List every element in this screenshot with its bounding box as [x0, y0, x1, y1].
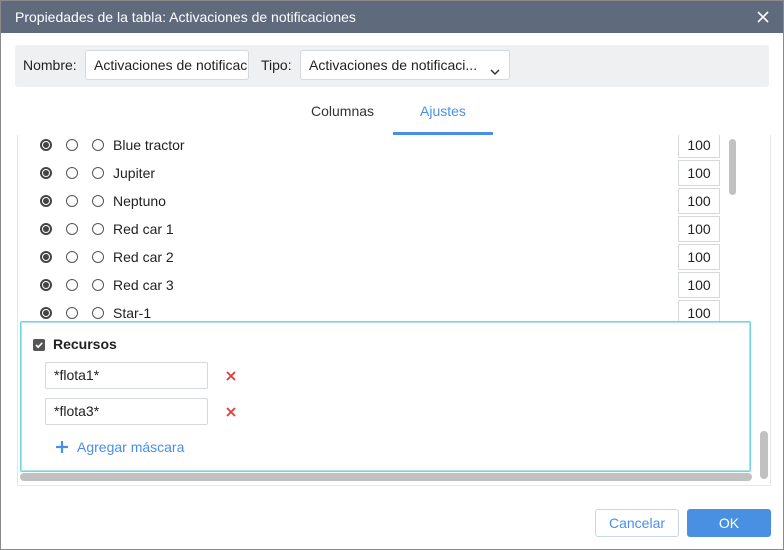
unit-value-input[interactable]: 100 — [678, 135, 720, 158]
list-item: Jupiter 100 — [18, 160, 730, 189]
list-item: Red car 3 100 — [18, 272, 730, 301]
table-properties-dialog: Propiedades de la tabla: Activaciones de… — [0, 0, 784, 550]
unit-list: Blue tractor 100 Jupiter 100 Neptuno 100 — [18, 135, 730, 321]
name-label: Nombre: — [23, 57, 77, 73]
radio-option-3[interactable] — [92, 139, 104, 151]
radio-option-2[interactable] — [66, 279, 78, 291]
name-input[interactable]: Activaciones de notificaciones — [85, 50, 249, 80]
radio-option-2[interactable] — [66, 167, 78, 179]
unit-value-input[interactable]: 100 — [678, 160, 720, 186]
radio-option-3[interactable] — [92, 279, 104, 291]
radio-option-2[interactable] — [66, 195, 78, 207]
inner-vertical-scrollbar[interactable] — [729, 139, 736, 195]
radio-option-3[interactable] — [92, 195, 104, 207]
unit-name: Neptuno — [113, 193, 166, 209]
unit-value-input[interactable]: 100 — [678, 300, 720, 321]
list-item: Neptuno 100 — [18, 188, 730, 217]
resources-checkbox[interactable] — [33, 339, 45, 351]
radio-option-2[interactable] — [66, 139, 78, 151]
mask-input-1[interactable]: *flota1* — [45, 362, 208, 389]
radio-option-1[interactable] — [40, 167, 52, 179]
ok-button[interactable]: OK — [687, 509, 771, 537]
type-select-value: Activaciones de notificaci... — [309, 57, 478, 73]
close-icon[interactable] — [751, 5, 775, 29]
radio-option-1[interactable] — [40, 139, 52, 151]
unit-value-input[interactable]: 100 — [678, 188, 720, 214]
unit-value-input[interactable]: 100 — [678, 272, 720, 298]
unit-name: Red car 2 — [113, 249, 174, 265]
radio-option-2[interactable] — [66, 251, 78, 263]
radio-option-1[interactable] — [40, 223, 52, 235]
delete-mask-icon[interactable] — [224, 369, 238, 383]
mask-input-2[interactable]: *flota3* — [45, 398, 208, 425]
radio-option-2[interactable] — [66, 223, 78, 235]
dialog-title: Propiedades de la tabla: Activaciones de… — [15, 9, 356, 25]
list-item: Red car 2 100 — [18, 244, 730, 273]
type-select[interactable]: Activaciones de notificaci... — [300, 50, 510, 80]
resources-section: Recursos *flota1* *flota3* Agregar másca… — [20, 321, 751, 472]
dialog-titlebar: Propiedades de la tabla: Activaciones de… — [1, 1, 783, 33]
plus-icon — [56, 441, 68, 453]
tab-ajustes[interactable]: Ajustes — [420, 103, 466, 119]
unit-name: Red car 3 — [113, 277, 174, 293]
list-item: Red car 1 100 — [18, 216, 730, 245]
unit-name: Red car 1 — [113, 221, 174, 237]
radio-option-1[interactable] — [40, 307, 52, 319]
table-header-bar: Nombre: Activaciones de notificaciones T… — [15, 45, 769, 87]
radio-option-1[interactable] — [40, 251, 52, 263]
add-mask-label: Agregar máscara — [77, 439, 185, 455]
dialog-tabs: Columnas Ajustes — [1, 97, 783, 135]
radio-option-3[interactable] — [92, 251, 104, 263]
radio-option-2[interactable] — [66, 307, 78, 319]
unit-value-input[interactable]: 100 — [678, 244, 720, 270]
radio-option-1[interactable] — [40, 195, 52, 207]
list-item: Star-1 100 — [18, 300, 730, 321]
radio-option-3[interactable] — [92, 167, 104, 179]
chevron-down-icon — [489, 59, 501, 79]
type-label: Tipo: — [261, 57, 292, 73]
unit-name: Star-1 — [113, 305, 152, 321]
tab-columnas[interactable]: Columnas — [311, 103, 374, 119]
unit-name: Blue tractor — [113, 137, 185, 153]
horizontal-scrollbar[interactable] — [20, 473, 752, 481]
cancel-button[interactable]: Cancelar — [595, 509, 679, 537]
list-item: Blue tractor 100 — [18, 135, 730, 161]
radio-option-1[interactable] — [40, 279, 52, 291]
radio-option-3[interactable] — [92, 307, 104, 319]
outer-vertical-scrollbar[interactable] — [760, 431, 768, 479]
unit-value-input[interactable]: 100 — [678, 216, 720, 242]
resources-title: Recursos — [53, 336, 117, 352]
radio-option-3[interactable] — [92, 223, 104, 235]
unit-name: Jupiter — [113, 165, 156, 181]
delete-mask-icon[interactable] — [224, 405, 238, 419]
